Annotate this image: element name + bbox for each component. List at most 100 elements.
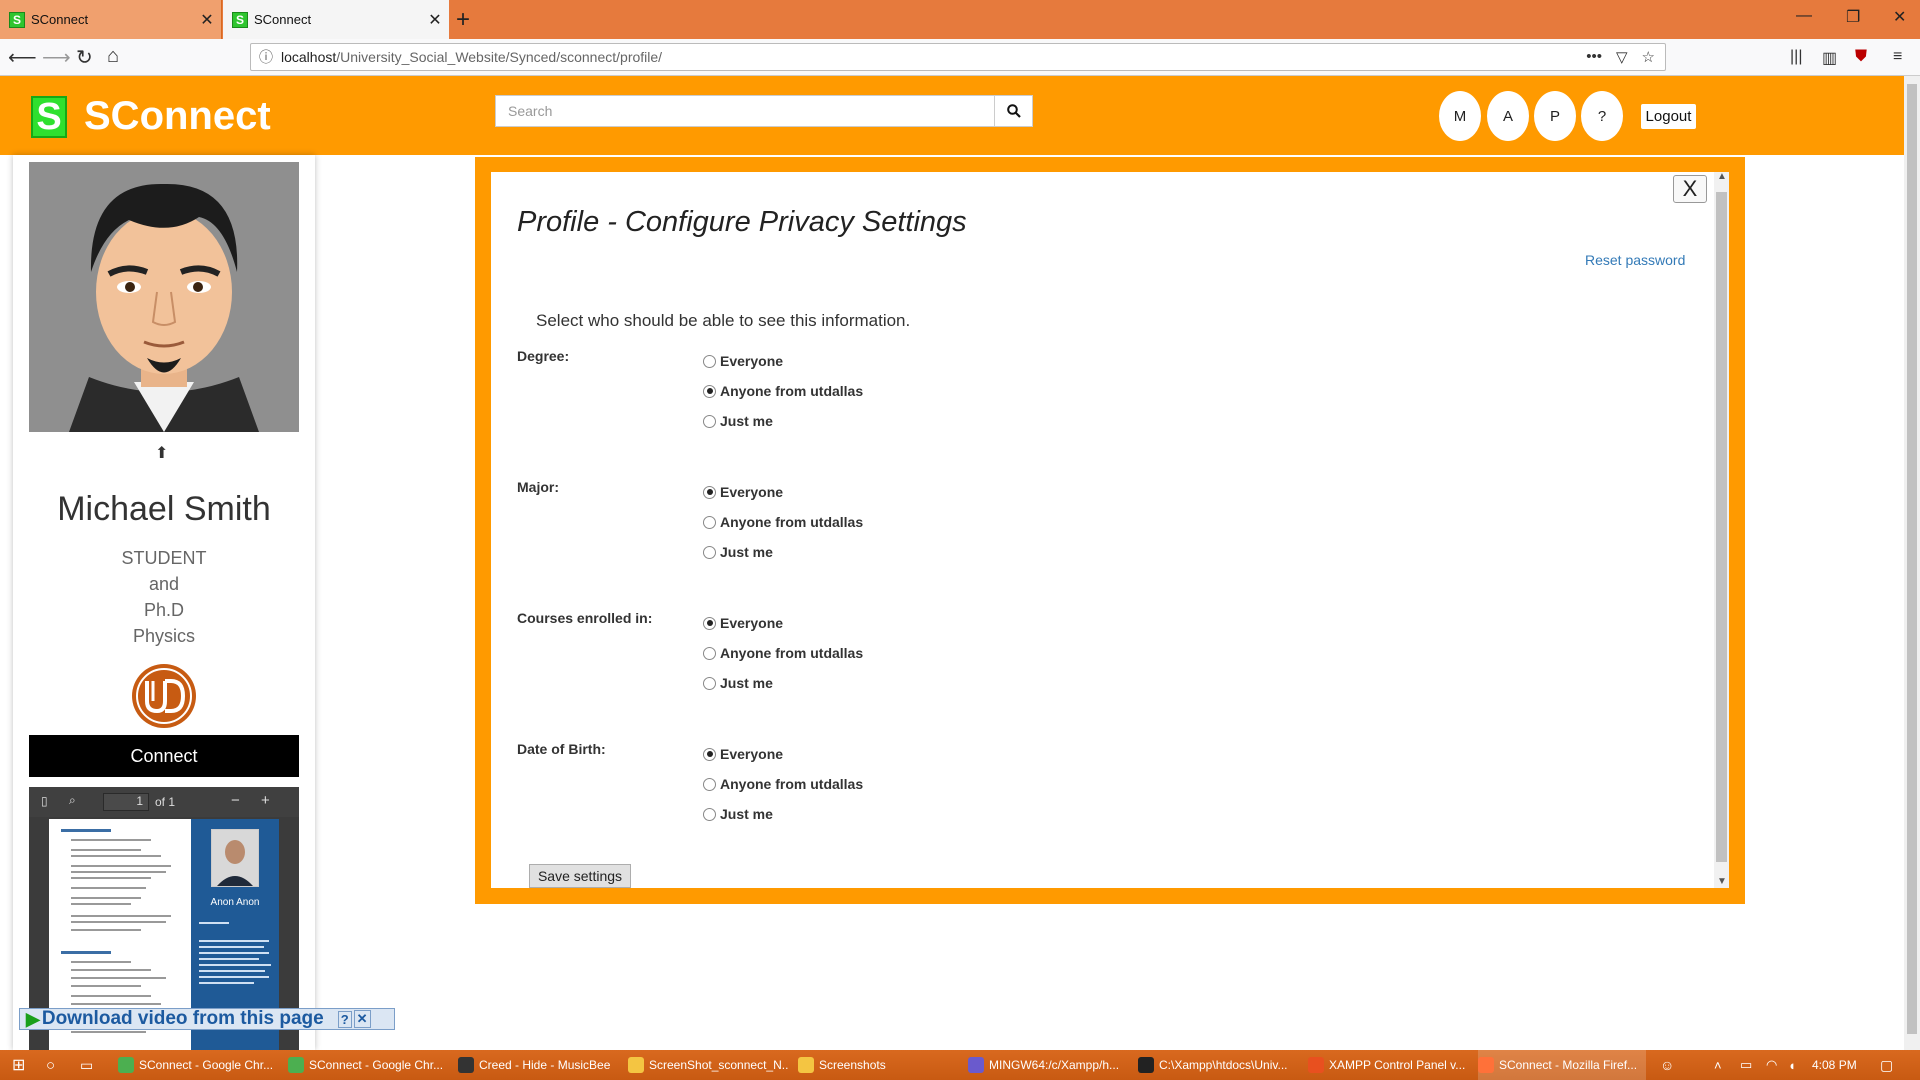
forward-icon[interactable]: ⟶ — [42, 45, 71, 70]
sconnect-favicon-icon: S — [232, 11, 248, 28]
taskbar-item[interactable]: XAMPP Control Panel v... — [1308, 1050, 1468, 1080]
dob-option-everyone[interactable]: Everyone — [703, 746, 783, 762]
reset-password-link[interactable]: Reset password — [1585, 252, 1685, 268]
search-button[interactable] — [994, 96, 1032, 126]
taskbar-item[interactable]: C:\Xampp\htdocs\Univ... — [1138, 1050, 1298, 1080]
major-option-just-me[interactable]: Just me — [703, 544, 773, 560]
back-icon[interactable]: ⟵ — [8, 45, 37, 70]
close-tab-icon[interactable]: ✕ — [193, 10, 221, 30]
browser-tab-1[interactable]: S SConnect ✕ — [0, 0, 222, 39]
search-input[interactable] — [496, 96, 994, 126]
radio-button[interactable] — [703, 807, 716, 821]
ublock-icon[interactable]: ⛊ — [1855, 48, 1867, 66]
pocket-icon[interactable]: ▽ — [1616, 48, 1628, 66]
bookmark-star-icon[interactable]: ☆ — [1642, 48, 1655, 66]
close-modal-button[interactable]: X — [1673, 175, 1707, 203]
radio-button[interactable] — [703, 676, 716, 690]
a-button[interactable]: A — [1487, 91, 1529, 141]
help-button[interactable]: ? — [1581, 91, 1623, 141]
taskbar-item[interactable]: Screenshots — [798, 1050, 958, 1080]
reload-icon[interactable]: ↻ — [76, 45, 93, 70]
taskbar-item[interactable]: ScreenShot_sconnect_N... — [628, 1050, 788, 1080]
messages-button[interactable]: M — [1439, 91, 1481, 141]
window-close-icon[interactable]: ✕ — [1893, 7, 1906, 27]
taskbar-clock[interactable]: 4:08 PM — [1812, 1058, 1857, 1072]
pdf-search-icon[interactable]: ⌕ — [69, 793, 76, 808]
page-actions-icon[interactable]: ••• — [1586, 48, 1602, 66]
pdf-zoom-in-icon[interactable]: + — [261, 792, 270, 809]
pdf-sidebar-icon[interactable]: ▯ — [41, 794, 48, 808]
major-label: Major: — [517, 479, 559, 495]
dob-option-just-me[interactable]: Just me — [703, 806, 773, 822]
connect-button[interactable]: Connect — [29, 735, 299, 777]
radio-button[interactable] — [703, 545, 716, 559]
brand-name[interactable]: SConnect — [84, 94, 271, 139]
tray-expand-icon[interactable]: ˄ — [1714, 1050, 1722, 1080]
pdf-zoom-out-icon[interactable]: − — [231, 792, 240, 809]
download-video-bar[interactable]: ▶ Download video from this page ? ✕ — [19, 1008, 395, 1030]
scroll-up-icon[interactable]: ▲ — [1717, 172, 1727, 182]
degree-option-utdallas[interactable]: Anyone from utdallas — [703, 383, 863, 399]
battery-icon[interactable]: ▭ — [1740, 1050, 1752, 1080]
radio-button[interactable] — [703, 414, 716, 428]
radio-button[interactable] — [703, 646, 716, 660]
restore-icon[interactable]: ❐ — [1846, 7, 1860, 27]
sconnect-logo-icon[interactable]: S — [31, 96, 67, 138]
profile-role: STUDENT and Ph.D Physics — [13, 545, 315, 649]
degree-option-everyone[interactable]: Everyone — [703, 353, 783, 369]
wifi-icon[interactable]: ◠ — [1766, 1050, 1777, 1080]
save-settings-button[interactable]: Save settings — [529, 864, 631, 888]
play-icon: ▶ — [26, 1008, 40, 1029]
dob-label: Date of Birth: — [517, 741, 606, 757]
courses-option-utdallas[interactable]: Anyone from utdallas — [703, 645, 863, 661]
radio-button[interactable] — [703, 515, 716, 529]
taskbar-item[interactable]: SConnect - Google Chr... — [118, 1050, 278, 1080]
degree-option-just-me[interactable]: Just me — [703, 413, 773, 429]
people-icon[interactable]: ☺ — [1660, 1050, 1674, 1080]
download-video-label[interactable]: Download video from this page — [42, 1008, 324, 1030]
major-option-utdallas[interactable]: Anyone from utdallas — [703, 514, 863, 530]
radio-button[interactable] — [703, 354, 716, 368]
logout-button[interactable]: Logout — [1641, 104, 1696, 129]
task-view-icon[interactable]: ▭ — [80, 1050, 93, 1080]
help-icon[interactable]: ? — [337, 1010, 352, 1028]
site-info-icon[interactable]: ⓘ — [251, 47, 281, 67]
notifications-icon[interactable]: ▢ — [1880, 1050, 1893, 1080]
pdf-page-input[interactable]: 1 — [103, 793, 149, 811]
home-icon[interactable]: ⌂ — [107, 45, 119, 68]
windows-start-icon[interactable]: ⊞ — [12, 1050, 25, 1080]
courses-option-just-me[interactable]: Just me — [703, 675, 773, 691]
dob-option-utdallas[interactable]: Anyone from utdallas — [703, 776, 863, 792]
modal-scrollbar[interactable]: ▲ ▼ — [1714, 172, 1729, 888]
sidebar-icon[interactable]: ▥ — [1822, 48, 1837, 68]
radio-button[interactable] — [703, 485, 716, 499]
pdf-page-total: of 1 — [155, 795, 176, 809]
scroll-down-icon[interactable]: ▼ — [1717, 876, 1727, 887]
modal-title: Profile - Configure Privacy Settings — [517, 206, 967, 238]
menu-icon[interactable]: ≡ — [1893, 48, 1902, 66]
radio-button[interactable] — [703, 747, 716, 761]
radio-button[interactable] — [703, 777, 716, 791]
close-tab-icon[interactable]: ✕ — [421, 10, 449, 30]
taskbar-item[interactable]: MINGW64:/c/Xampp/h... — [968, 1050, 1128, 1080]
taskbar-item[interactable]: Creed - Hide - MusicBee — [458, 1050, 618, 1080]
minimize-icon[interactable]: — — [1796, 7, 1812, 25]
radio-button[interactable] — [703, 384, 716, 398]
library-icon[interactable]: ||| — [1790, 48, 1802, 66]
upload-icon[interactable]: ⬆ — [155, 443, 168, 463]
profile-button[interactable]: P — [1534, 91, 1576, 141]
url-bar[interactable]: ⓘ localhost/University_Social_Website/Sy… — [250, 43, 1666, 71]
browser-navbar: ⟵ ⟶ ↻ ⌂ ⓘ localhost/University_Social_We… — [0, 39, 1920, 76]
taskbar-item[interactable]: SConnect - Google Chr... — [288, 1050, 448, 1080]
cortana-icon[interactable]: ○ — [46, 1050, 55, 1080]
close-icon[interactable]: ✕ — [353, 1010, 371, 1028]
page-scrollbar[interactable] — [1904, 76, 1920, 1050]
taskbar-item-active[interactable]: SConnect - Mozilla Firef... — [1478, 1050, 1646, 1080]
radio-button[interactable] — [703, 616, 716, 630]
url-text[interactable]: localhost/University_Social_Website/Sync… — [281, 49, 1586, 65]
courses-option-everyone[interactable]: Everyone — [703, 615, 783, 631]
major-option-everyone[interactable]: Everyone — [703, 484, 783, 500]
new-tab-icon[interactable]: + — [456, 6, 470, 34]
browser-tab-2[interactable]: S SConnect ✕ — [223, 0, 449, 39]
volume-icon[interactable]: ◖ — [1788, 1050, 1796, 1080]
